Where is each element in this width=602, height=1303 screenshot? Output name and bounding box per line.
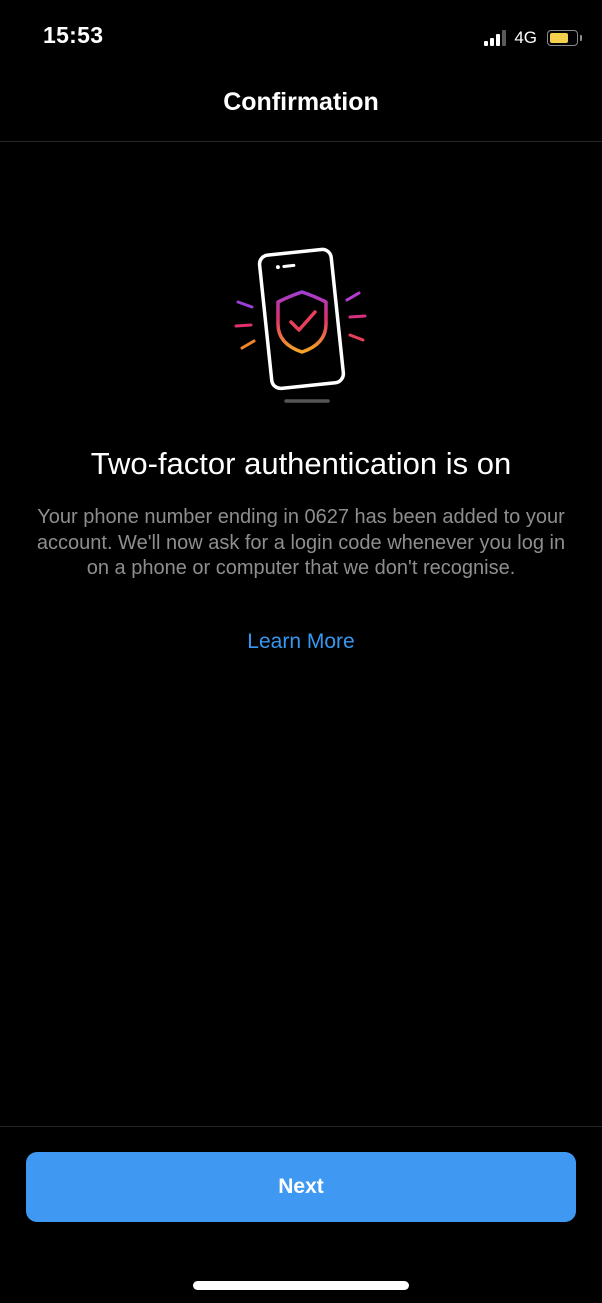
footer-divider	[0, 1126, 602, 1127]
cellular-signal-icon	[484, 30, 507, 46]
status-bar: 15:53 4G	[0, 0, 602, 72]
learn-more-link[interactable]: Learn More	[0, 630, 602, 654]
headline: Two-factor authentication is on	[90, 446, 512, 481]
battery-icon	[547, 30, 582, 46]
status-time: 15:53	[43, 22, 104, 48]
description-text: Your phone number ending in 0627 has bee…	[36, 506, 566, 579]
battery-level	[550, 33, 568, 43]
page-title: Confirmation	[223, 88, 379, 116]
header-divider	[0, 141, 602, 142]
network-type: 4G	[514, 28, 537, 47]
home-indicator	[193, 1281, 409, 1290]
phone-shield-check-icon	[226, 244, 376, 409]
status-indicators: 4G	[484, 26, 582, 50]
next-button[interactable]: Next	[26, 1152, 576, 1222]
